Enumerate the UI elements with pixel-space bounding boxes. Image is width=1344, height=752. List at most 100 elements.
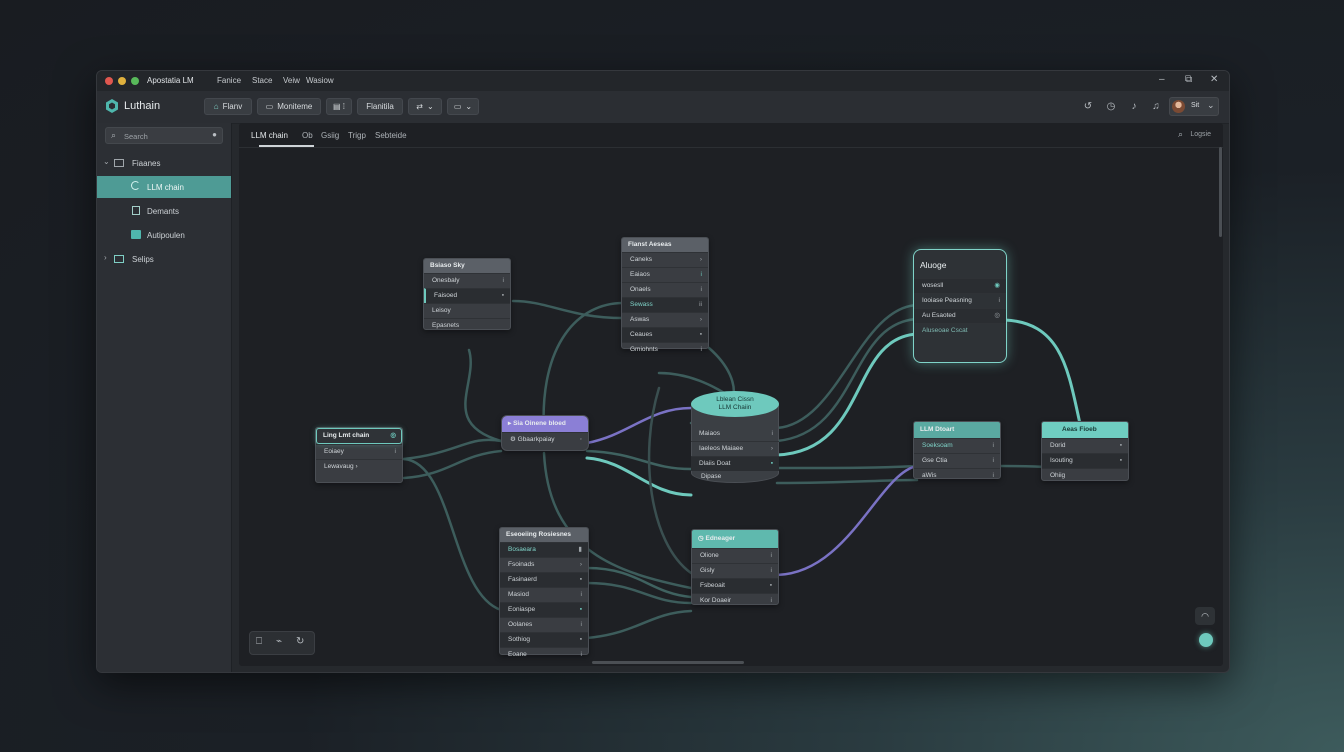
node-title: Flanst Aeseas bbox=[622, 238, 708, 252]
sidebar-item-selips[interactable]: › Selips bbox=[97, 248, 231, 270]
search-box[interactable]: ⌕ Search ● bbox=[105, 127, 223, 144]
node-row[interactable]: Gisly i bbox=[692, 563, 778, 578]
fit-view-icon[interactable]: ⎕ bbox=[256, 636, 262, 647]
node-row[interactable]: Eoane i bbox=[500, 647, 588, 662]
node-row[interactable]: Dorid ▪ bbox=[1042, 438, 1128, 453]
vertical-scrollbar[interactable] bbox=[1219, 147, 1222, 237]
node-row[interactable]: Gse Ctia i bbox=[914, 453, 1000, 468]
flanitila-button[interactable]: Flanitila bbox=[357, 98, 403, 115]
node-row-value: ii bbox=[699, 301, 702, 308]
node-row[interactable]: Olione i bbox=[692, 548, 778, 563]
node-row[interactable]: Gmiohnts i bbox=[622, 342, 708, 357]
node-row-value: i bbox=[770, 597, 772, 604]
node-row[interactable]: Sothiog ▪ bbox=[500, 632, 588, 647]
menu-window[interactable]: Wasiow bbox=[306, 76, 334, 85]
search-input[interactable]: Search bbox=[124, 132, 148, 141]
minimize-icon[interactable]: – bbox=[1159, 74, 1165, 85]
node-bsiaso-sky[interactable]: Bsiaso Sky Onesbaly i Faisoed ▪ Leisoy Epa… bbox=[423, 258, 511, 330]
node-eseoeiing-rosiesnes[interactable]: Eseoeiing Rosiesnes Bosaeara ▮ Fsoinads › … bbox=[499, 527, 589, 658]
node-row[interactable]: Bosaeara ▮ bbox=[500, 542, 588, 557]
node-row-label: Fsbeoait bbox=[700, 582, 725, 589]
node-row-label: wosesll bbox=[922, 282, 944, 289]
sidebar-item-llm-chain[interactable]: LLM chain bbox=[97, 176, 231, 198]
history-icon[interactable]: ↺ bbox=[1081, 99, 1095, 113]
node-row[interactable]: Leisoy bbox=[424, 303, 510, 318]
node-row[interactable]: Onaels i bbox=[622, 282, 708, 297]
horizontal-scrollbar[interactable] bbox=[592, 661, 744, 664]
node-row[interactable]: Maiaos i bbox=[691, 427, 779, 441]
node-row[interactable]: Eoiaey i bbox=[316, 444, 402, 459]
window-icon: ▭ bbox=[453, 102, 462, 111]
layout-button[interactable]: ▤ ⁞ bbox=[326, 98, 352, 115]
user-label: Sit bbox=[1191, 102, 1200, 109]
node-row[interactable]: aWis i bbox=[914, 468, 1000, 483]
node-row[interactable]: Eaiaos i bbox=[622, 267, 708, 282]
node-llm-chaiin[interactable]: Lblean Cissn LLM Chaiin Maiaos i Iaeleos … bbox=[691, 391, 779, 491]
monitor-button[interactable]: ▭ Moniteme bbox=[257, 98, 321, 115]
node-row[interactable]: Ohiig bbox=[1042, 468, 1128, 483]
node-row[interactable]: Iaeleos Maiaee › bbox=[691, 441, 779, 456]
node-row[interactable]: Fasinaerd ▪ bbox=[500, 572, 588, 587]
node-row[interactable]: wosesll ◉ bbox=[914, 278, 1006, 293]
node-row-label: Olione bbox=[700, 552, 719, 559]
node-row-label: Ceaues bbox=[630, 331, 653, 338]
refresh-icon[interactable]: ↻ bbox=[296, 636, 304, 647]
flow-canvas[interactable]: LLM chain Ob Gsiig Trigp Sebteide ⌕ Logs… bbox=[239, 123, 1223, 666]
gauge-icon[interactable]: ◠ bbox=[1195, 607, 1215, 625]
node-row-label: Fsoinads bbox=[508, 561, 535, 568]
node-row[interactable]: Fsbeoait ▪ bbox=[692, 578, 778, 593]
node-row[interactable]: Sewass ii bbox=[622, 297, 708, 312]
node-row[interactable]: Ceaues ▪ bbox=[622, 327, 708, 342]
node-row[interactable]: Dlaiis Doat ▪ bbox=[691, 456, 779, 471]
node-flanst-aeseas[interactable]: Flanst Aeseas Caneks › Eaiaos i Onaels i Se… bbox=[621, 237, 709, 353]
node-aeas-fioeb[interactable]: Aeas Fioeb Dorid ▪ Isouting ▪ Ohiig bbox=[1041, 421, 1129, 481]
notification-icon[interactable]: ♫ bbox=[1149, 99, 1163, 113]
shuffle-dropdown[interactable]: ⇄ ⌄ bbox=[408, 98, 442, 115]
sidebar-item-autipoulen[interactable]: Autipoulen bbox=[97, 224, 231, 246]
sidebar-item-label: LLM chain bbox=[147, 183, 184, 192]
close-dot[interactable] bbox=[105, 77, 113, 85]
restore-icon[interactable]: ⧉ bbox=[1185, 74, 1192, 85]
sidebar-item-demants[interactable]: Demants bbox=[97, 200, 231, 222]
node-aluoge[interactable]: Aluoge wosesll ◉ Iooiase Peasning i Au Esa… bbox=[913, 249, 1007, 363]
maximize-dot[interactable] bbox=[131, 77, 139, 85]
node-row[interactable]: Masiod i bbox=[500, 587, 588, 602]
node-row[interactable]: Fsoinads › bbox=[500, 557, 588, 572]
checkbox-icon: ▪ bbox=[1119, 442, 1122, 449]
node-row[interactable]: Aswas › bbox=[622, 312, 708, 327]
menu-file[interactable]: Fanice bbox=[217, 76, 241, 85]
node-sia-oinene-bloed[interactable]: ▸ Sia Oinene bloed ⚙ Gbaarkpaiay ◦ bbox=[501, 415, 589, 451]
node-ling-lmt-chain[interactable]: Ling Lmt chain ◎ Eoiaey i Lewavaug › bbox=[315, 427, 403, 483]
sidebar-item-fiaanes[interactable]: ⌄ Fiaanes bbox=[97, 152, 231, 174]
view-dropdown[interactable]: ▭ ⌄ bbox=[447, 98, 479, 115]
node-llm-dtoart[interactable]: LLM Dtoart Soeksoam i Gse Ctia i aWis i bbox=[913, 421, 1001, 479]
flow-button[interactable]: ⌂ Flanv bbox=[204, 98, 252, 115]
node-row[interactable]: Oolanes i bbox=[500, 617, 588, 632]
node-row[interactable]: Soeksoam i bbox=[914, 438, 1000, 453]
node-row[interactable]: ⚙ Gbaarkpaiay ◦ bbox=[502, 432, 588, 447]
minimize-dot[interactable] bbox=[118, 77, 126, 85]
node-row[interactable]: Aluseoae Cscat bbox=[914, 323, 1006, 338]
node-row[interactable]: Eoniaspe ▪ bbox=[500, 602, 588, 617]
app-window: Apostatia LM Fanice Stace Veiw Wasiow – … bbox=[96, 70, 1230, 673]
node-row-value: i bbox=[700, 286, 702, 293]
node-row[interactable]: Onesbaly i bbox=[424, 273, 510, 288]
node-row[interactable]: Iooiase Peasning i bbox=[914, 293, 1006, 308]
node-row[interactable]: Epasnets bbox=[424, 318, 510, 333]
menu-view[interactable]: Veiw bbox=[283, 76, 300, 85]
node-row[interactable]: Lewavaug › bbox=[316, 459, 402, 474]
node-row[interactable]: Isouting ▪ bbox=[1042, 453, 1128, 468]
node-row[interactable]: Au Esaoted ◎ bbox=[914, 308, 1006, 323]
close-icon[interactable]: ✕ bbox=[1210, 74, 1218, 85]
node-edneager[interactable]: ◷ Edneager Olione i Gisly i Fsbeoait ▪ Kor … bbox=[691, 529, 779, 605]
status-indicator-icon[interactable] bbox=[1199, 633, 1213, 647]
node-title: LLM Dtoart bbox=[914, 422, 1000, 438]
menu-edit[interactable]: Stace bbox=[252, 76, 272, 85]
node-row[interactable]: Faisoed ▪ bbox=[424, 288, 510, 303]
bell-icon[interactable]: ♪ bbox=[1127, 99, 1141, 113]
node-row[interactable]: Kor Doaeir i bbox=[692, 593, 778, 608]
user-menu[interactable]: Sit ⌄ bbox=[1169, 97, 1219, 116]
zoom-icon[interactable]: ⌁ bbox=[276, 636, 282, 647]
clock-icon[interactable]: ◷ bbox=[1104, 99, 1118, 113]
node-row[interactable]: Caneks › bbox=[622, 252, 708, 267]
